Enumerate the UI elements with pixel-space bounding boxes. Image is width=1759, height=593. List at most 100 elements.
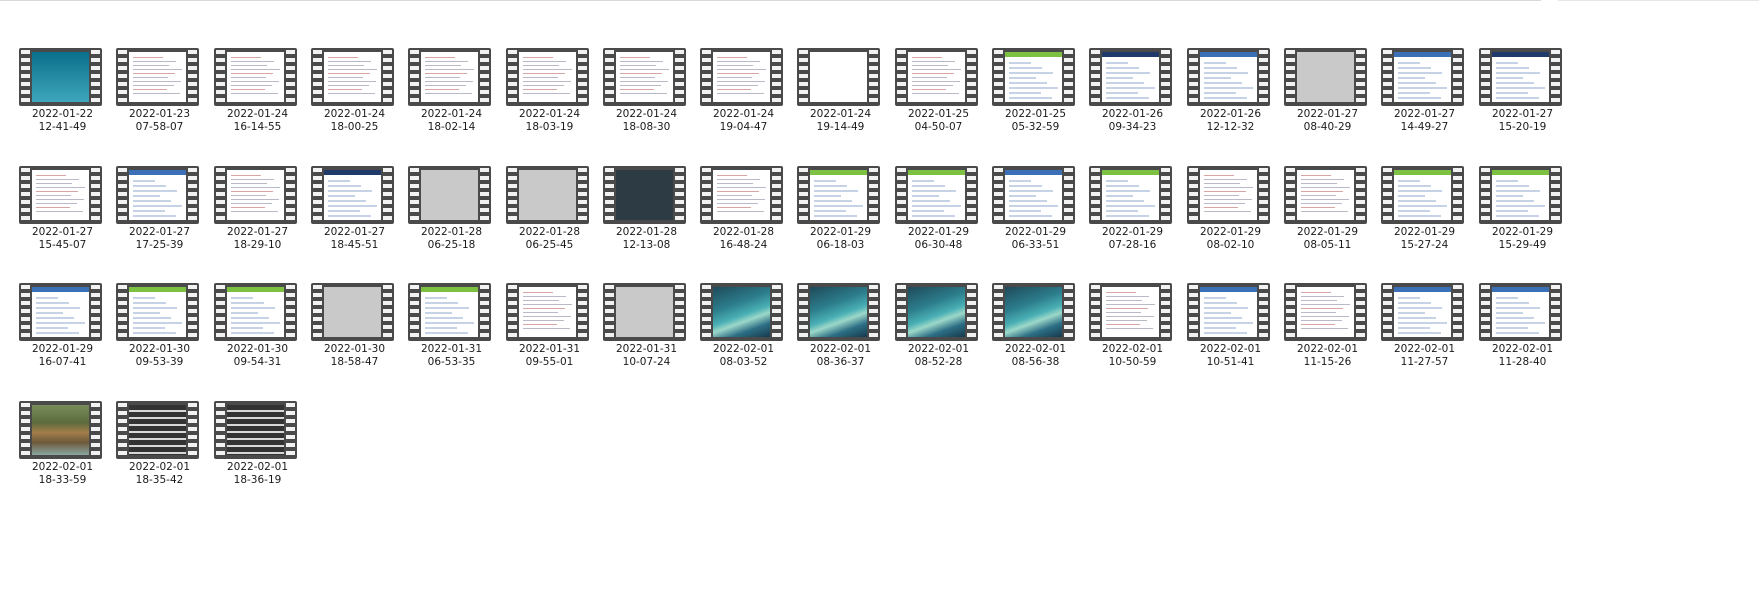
sprocket-holes	[118, 403, 127, 457]
video-file-item[interactable]: 2022-01-26 09-34-23	[1084, 48, 1181, 160]
file-name-label: 2022-01-30 18-58-47	[306, 343, 403, 369]
video-file-item[interactable]: 2022-01-28 12-13-08	[598, 166, 695, 278]
video-thumbnail	[1187, 283, 1270, 341]
file-name-label: 2022-02-01 18-36-19	[209, 461, 306, 487]
video-file-item[interactable]: 2022-01-28 06-25-18	[403, 166, 500, 278]
video-file-item[interactable]: 2022-01-27 08-40-29	[1279, 48, 1376, 160]
video-file-item[interactable]: 2022-01-29 07-28-16	[1084, 166, 1181, 278]
text-line	[36, 183, 72, 184]
video-file-item[interactable]: 2022-01-24 19-14-49	[792, 48, 889, 160]
video-file-item[interactable]: 2022-01-26 12-12-32	[1182, 48, 1279, 160]
video-file-item[interactable]: 2022-02-01 10-50-59	[1084, 283, 1181, 395]
video-file-item[interactable]: 2022-01-29 16-07-41	[14, 283, 111, 395]
content-line	[328, 190, 372, 192]
video-file-item[interactable]: 2022-01-24 19-04-47	[695, 48, 792, 160]
sprocket-holes	[1259, 285, 1268, 339]
text-line	[36, 179, 79, 180]
video-file-item[interactable]: 2022-01-31 10-07-24	[598, 283, 695, 395]
file-date: 2022-02-01	[1296, 343, 1359, 355]
sprocket-holes	[799, 168, 808, 222]
video-file-item[interactable]: 2022-01-24 18-03-19	[501, 48, 598, 160]
video-file-item[interactable]: 2022-01-29 15-29-49	[1474, 166, 1571, 278]
video-thumbnail	[506, 166, 589, 224]
content-line	[1204, 82, 1242, 84]
file-time: 08-56-38	[1011, 356, 1060, 368]
film-strip-icon	[116, 401, 199, 459]
video-file-item[interactable]: 2022-01-29 06-18-03	[792, 166, 889, 278]
video-file-item[interactable]: 2022-02-01 11-28-40	[1474, 283, 1571, 395]
content-line	[1496, 322, 1545, 324]
video-file-item[interactable]: 2022-01-31 09-55-01	[501, 283, 598, 395]
text-line	[231, 81, 279, 82]
video-file-item[interactable]: 2022-02-01 08-36-37	[792, 283, 889, 395]
video-file-item[interactable]: 2022-01-25 04-50-07	[890, 48, 987, 160]
video-file-item[interactable]: 2022-01-29 08-05-11	[1279, 166, 1376, 278]
text-line	[231, 89, 265, 90]
video-file-item[interactable]: 2022-02-01 18-36-19	[209, 401, 306, 513]
video-file-item[interactable]: 2022-01-27 15-45-07	[14, 166, 111, 278]
video-file-item[interactable]: 2022-01-27 18-45-51	[306, 166, 403, 278]
video-thumbnail	[1284, 283, 1367, 341]
video-file-item[interactable]: 2022-01-29 08-02-10	[1182, 166, 1279, 278]
file-date: 2022-01-31	[615, 343, 678, 355]
video-file-item[interactable]: 2022-01-23 07-58-07	[111, 48, 208, 160]
video-file-item[interactable]: 2022-01-22 12-41-49	[14, 48, 111, 160]
text-line	[912, 85, 953, 86]
video-file-item[interactable]: 2022-02-01 08-03-52	[695, 283, 792, 395]
video-file-item[interactable]: 2022-02-01 18-35-42	[111, 401, 208, 513]
content-line	[133, 327, 165, 329]
video-file-item[interactable]: 2022-02-01 10-51-41	[1182, 283, 1279, 395]
film-strip-icon	[1089, 166, 1172, 224]
preview-frame	[1005, 170, 1062, 220]
video-file-item[interactable]: 2022-01-28 06-25-45	[501, 166, 598, 278]
video-file-item[interactable]: 2022-01-24 18-08-30	[598, 48, 695, 160]
video-file-item[interactable]: 2022-01-24 16-14-55	[209, 48, 306, 160]
text-line	[1301, 304, 1350, 305]
text-line	[717, 207, 751, 208]
video-file-item[interactable]: 2022-01-24 18-00-25	[306, 48, 403, 160]
sprocket-holes	[1481, 168, 1490, 222]
content-line	[1009, 72, 1053, 74]
video-file-item[interactable]: 2022-01-27 14-49-27	[1376, 48, 1473, 160]
video-file-item[interactable]: 2022-01-29 06-30-48	[890, 166, 987, 278]
video-file-item[interactable]: 2022-01-29 15-27-24	[1376, 166, 1473, 278]
video-file-item[interactable]: 2022-01-27 18-29-10	[209, 166, 306, 278]
content-line	[36, 302, 69, 304]
video-file-item[interactable]: 2022-01-29 06-33-51	[987, 166, 1084, 278]
sprocket-holes	[675, 285, 684, 339]
content-line	[1009, 180, 1031, 182]
video-file-item[interactable]: 2022-01-27 15-20-19	[1474, 48, 1571, 160]
file-date: 2022-01-27	[226, 226, 289, 238]
preview-frame	[810, 287, 867, 337]
text-line	[425, 57, 455, 58]
video-thumbnail	[506, 48, 589, 106]
sprocket-holes	[216, 168, 225, 222]
sprocket-holes	[188, 285, 197, 339]
film-strip-icon	[1284, 283, 1367, 341]
video-file-item[interactable]: 2022-01-28 16-48-24	[695, 166, 792, 278]
video-file-item[interactable]: 2022-01-30 09-53-39	[111, 283, 208, 395]
video-thumbnail	[1089, 283, 1172, 341]
text-line	[1301, 183, 1337, 184]
video-file-item[interactable]: 2022-02-01 11-15-26	[1279, 283, 1376, 395]
film-strip-icon	[992, 48, 1075, 106]
video-file-item[interactable]: 2022-01-25 05-32-59	[987, 48, 1084, 160]
video-file-item[interactable]: 2022-01-30 09-54-31	[209, 283, 306, 395]
sprocket-holes	[967, 50, 976, 104]
video-file-item[interactable]: 2022-02-01 08-52-28	[890, 283, 987, 395]
video-file-item[interactable]: 2022-01-30 18-58-47	[306, 283, 403, 395]
content-line	[328, 210, 360, 212]
video-file-item[interactable]: 2022-01-31 06-53-35	[403, 283, 500, 395]
video-file-item[interactable]: 2022-02-01 11-27-57	[1376, 283, 1473, 395]
content-line	[425, 297, 447, 299]
sprocket-holes	[188, 403, 197, 457]
video-file-item[interactable]: 2022-01-24 18-02-14	[403, 48, 500, 160]
video-thumbnail	[408, 48, 491, 106]
sprocket-holes	[967, 168, 976, 222]
video-file-item[interactable]: 2022-02-01 08-56-38	[987, 283, 1084, 395]
text-line	[717, 85, 758, 86]
video-file-item[interactable]: 2022-02-01 18-33-59	[14, 401, 111, 513]
text-line	[523, 324, 557, 325]
sprocket-holes	[1286, 50, 1295, 104]
video-file-item[interactable]: 2022-01-27 17-25-39	[111, 166, 208, 278]
